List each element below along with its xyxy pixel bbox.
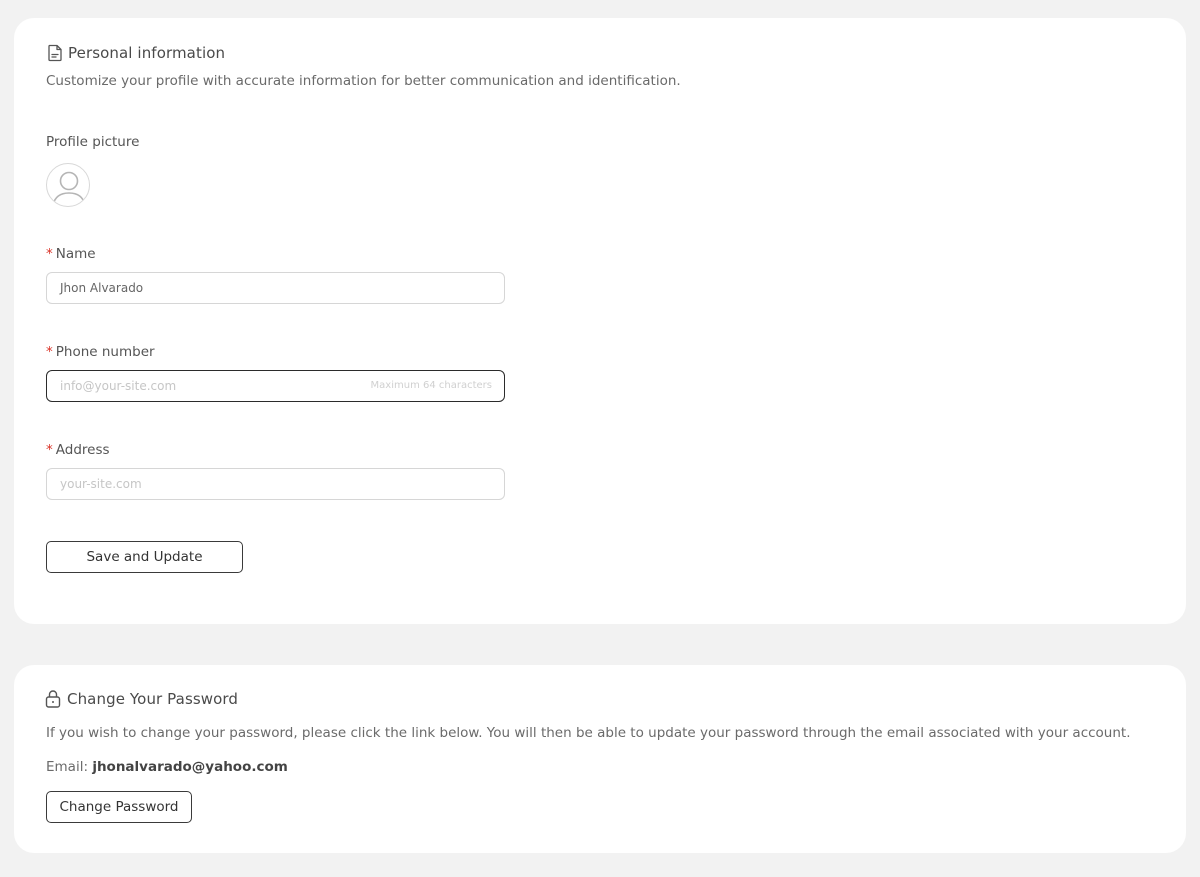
profile-picture-label: Profile picture (46, 134, 140, 150)
phone-label-text: Phone number (55, 344, 155, 360)
lock-icon (45, 689, 61, 708)
required-mark: * (46, 442, 53, 458)
phone-label: * Phone number (46, 344, 155, 360)
name-input-value: Jhon Alvarado (60, 281, 144, 295)
change-password-card: Change Your Password If you wish to chan… (14, 665, 1186, 853)
personal-section-title: Personal information (68, 44, 226, 62)
name-input[interactable]: Jhon Alvarado (46, 272, 505, 304)
required-mark: * (46, 344, 53, 360)
address-input-placeholder: your-site.com (60, 477, 142, 491)
address-label: * Address (46, 442, 110, 458)
phone-input[interactable]: info@your-site.com Maximum 64 characters (46, 370, 505, 402)
required-mark: * (46, 246, 53, 262)
document-icon (46, 44, 64, 62)
address-input[interactable]: your-site.com (46, 468, 505, 500)
email-label: Email: (46, 759, 89, 775)
personal-section-description: Customize your profile with accurate inf… (46, 73, 681, 89)
user-avatar-icon[interactable] (46, 163, 90, 207)
phone-input-placeholder: info@your-site.com (60, 379, 177, 393)
personal-information-card: Personal information Customize your prof… (14, 18, 1186, 624)
phone-input-hint: Maximum 64 characters (370, 380, 492, 391)
name-label-text: Name (55, 246, 96, 262)
account-email: Email: jhonalvarado@yahoo.com (46, 759, 288, 775)
password-section-description: If you wish to change your password, ple… (46, 725, 1131, 741)
email-value: jhonalvarado@yahoo.com (92, 759, 288, 775)
address-label-text: Address (55, 442, 110, 458)
change-password-button[interactable]: Change Password (46, 791, 192, 823)
save-and-update-button[interactable]: Save and Update (46, 541, 243, 573)
name-label: * Name (46, 246, 96, 262)
password-section-title: Change Your Password (67, 690, 239, 708)
